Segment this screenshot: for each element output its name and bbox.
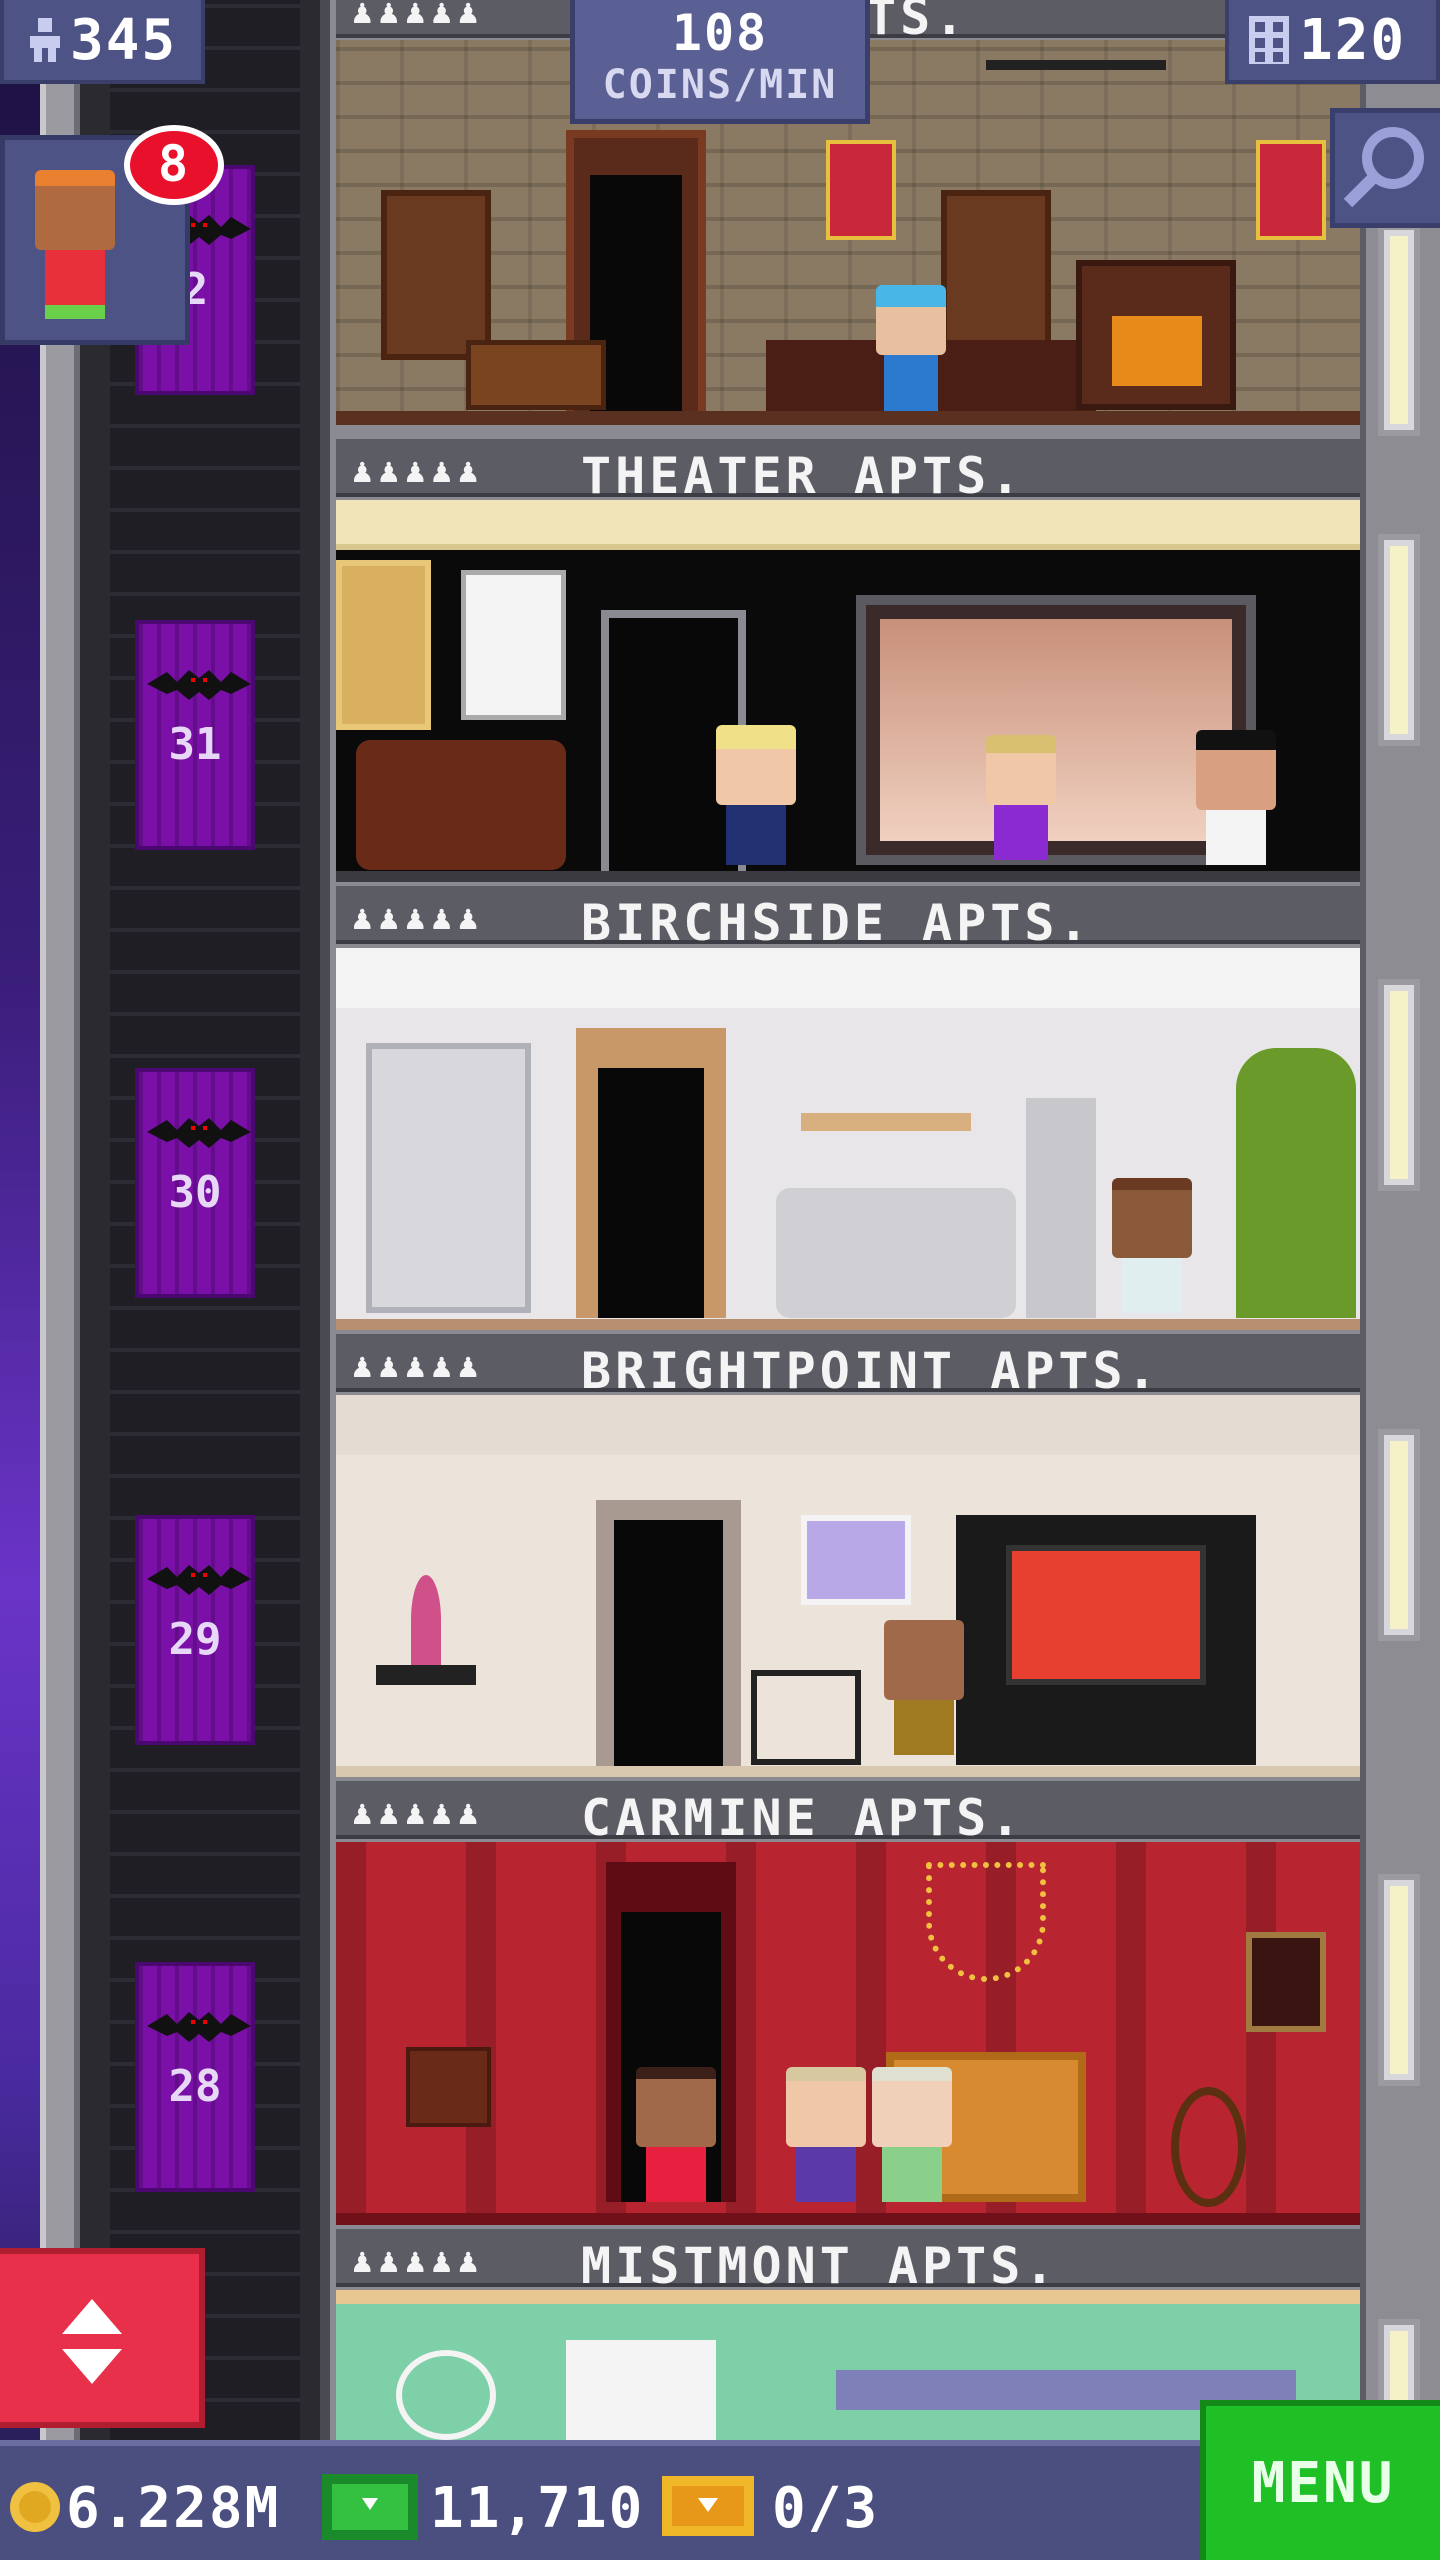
visitor-avatar-legs (45, 305, 105, 319)
chair (1171, 2087, 1246, 2207)
sofa (356, 740, 566, 870)
poster (336, 560, 431, 730)
floor-residents-icons: ♟♟♟♟♟ (352, 2241, 485, 2281)
chandelier (986, 60, 1166, 100)
zoom-button[interactable] (1330, 108, 1440, 228)
sky-background (0, 0, 40, 2440)
floor-label-bar[interactable]: ♟♟♟♟♟ CARMINE APTS. (336, 1777, 1360, 1847)
elevator-floor-car[interactable]: 31 (135, 620, 255, 850)
floor-label-bar[interactable]: ♟♟♟♟♟ BRIGHTPOINT APTS. (336, 1330, 1360, 1400)
treasure-chest (466, 340, 606, 410)
floor-room-carmine[interactable] (336, 1842, 1360, 2227)
floor-residents-icons: ♟♟♟♟♟ (352, 0, 485, 32)
floor-name: THEATER APTS. (581, 447, 1025, 505)
chandelier (926, 1862, 1046, 1982)
floor-residents-icons: ♟♟♟♟♟ (352, 451, 485, 491)
elevator-floor-car[interactable]: 28 (135, 1962, 255, 2192)
floor-room-brightpoint[interactable] (336, 1395, 1360, 1780)
ceiling (336, 948, 1360, 1008)
door (614, 1520, 723, 1770)
sofa (776, 1188, 1016, 1318)
wall-painting (1246, 1932, 1326, 2032)
media-box (751, 1670, 861, 1765)
floor-lamp (1026, 1098, 1096, 1318)
person-icon (30, 18, 60, 62)
coins-rate-panel: 108 COINS/MIN (570, 0, 870, 124)
floor-label-bar[interactable]: ♟♟♟♟♟ MISTMONT APTS. (336, 2225, 1360, 2295)
bookshelf (941, 190, 1051, 360)
tv-cabinet (956, 1515, 1256, 1765)
floor-name: MISTMONT APTS. (581, 2237, 1059, 2295)
floor-label-bar[interactable]: ♟♟♟♟♟ BIRCHSIDE APTS. (336, 882, 1360, 952)
floor-room-theater[interactable] (336, 500, 1360, 885)
plant (1236, 1048, 1356, 1318)
elevator-floor-number: 29 (168, 1614, 222, 1665)
bat-icon (147, 670, 251, 700)
ceiling-track (336, 500, 1360, 550)
elevator-floor-number: 31 (168, 719, 222, 770)
bookshelf (381, 190, 491, 360)
wall-light (1384, 1435, 1414, 1635)
up-down-arrows-icon (62, 2299, 122, 2384)
menu-button[interactable]: MENU (1200, 2400, 1440, 2560)
coins-rate-unit: COINS/MIN (602, 62, 838, 108)
wall-shelf (801, 1113, 971, 1131)
banner (1256, 140, 1326, 240)
poster (461, 570, 566, 720)
mirror (396, 2350, 496, 2440)
coins-value: 6.228M (66, 2476, 281, 2541)
floor-count-counter[interactable]: 120 (1225, 0, 1440, 84)
bux-value: 11,710 (430, 2476, 645, 2541)
coin-icon (10, 2482, 60, 2532)
building-icon (1249, 16, 1289, 64)
fireplace (1076, 260, 1236, 410)
magnifier-icon (1343, 127, 1424, 208)
floor-name: BIRCHSIDE APTS. (581, 894, 1093, 952)
wall-light (1384, 230, 1414, 430)
side-table (406, 2047, 491, 2127)
floor-residents-icons: ♟♟♟♟♟ (352, 898, 485, 938)
elevator-rail (40, 0, 80, 2440)
floor-residents-icons: ♟♟♟♟♟ (352, 1793, 485, 1833)
elevator-floor-car[interactable]: 29 (135, 1515, 255, 1745)
ceiling-trim (336, 2290, 1360, 2304)
door (598, 1068, 704, 1318)
fireplace (566, 2340, 716, 2440)
floor-name: BRIGHTPOINT APTS. (581, 1342, 1161, 1400)
wall-picture (801, 1515, 911, 1605)
movie-screen (856, 595, 1256, 865)
bat-icon (147, 1118, 251, 1148)
bux-icon (322, 2474, 418, 2540)
banner (826, 140, 896, 240)
elevator-up-down-button[interactable] (0, 2248, 205, 2428)
floor-room-birchside[interactable] (336, 948, 1360, 1333)
visitor-avatar-body (45, 250, 105, 305)
floor-count-value: 120 (1299, 7, 1407, 73)
coins-rate-value: 108 (671, 4, 769, 62)
visitor-count-badge: 8 (124, 125, 224, 205)
wall-light (1384, 540, 1414, 740)
bookshelf (366, 1043, 531, 1313)
tickets-value: 0/3 (772, 2476, 880, 2541)
population-counter[interactable]: 345 (0, 0, 205, 84)
bat-icon (147, 2012, 251, 2042)
wall-light (1384, 1880, 1414, 2080)
flower-vase (411, 1575, 441, 1665)
elevator-floor-number: 28 (168, 2061, 222, 2112)
elevator-floor-number: 30 (168, 1167, 222, 1218)
elevator-floor-car[interactable]: 30 (135, 1068, 255, 1298)
population-value: 345 (70, 7, 178, 73)
floor-name: CARMINE APTS. (581, 1789, 1025, 1847)
table (376, 1665, 476, 1685)
bat-icon (147, 1565, 251, 1595)
wall-light (1384, 985, 1414, 1185)
visitor-avatar (35, 170, 115, 250)
room-floor (336, 411, 1360, 425)
ticket-icon (662, 2476, 754, 2536)
floor-residents-icons: ♟♟♟♟♟ (352, 1346, 485, 1386)
ceiling (336, 1395, 1360, 1455)
floor-label-bar[interactable]: ♟♟♟♟♟ THEATER APTS. (336, 435, 1360, 505)
